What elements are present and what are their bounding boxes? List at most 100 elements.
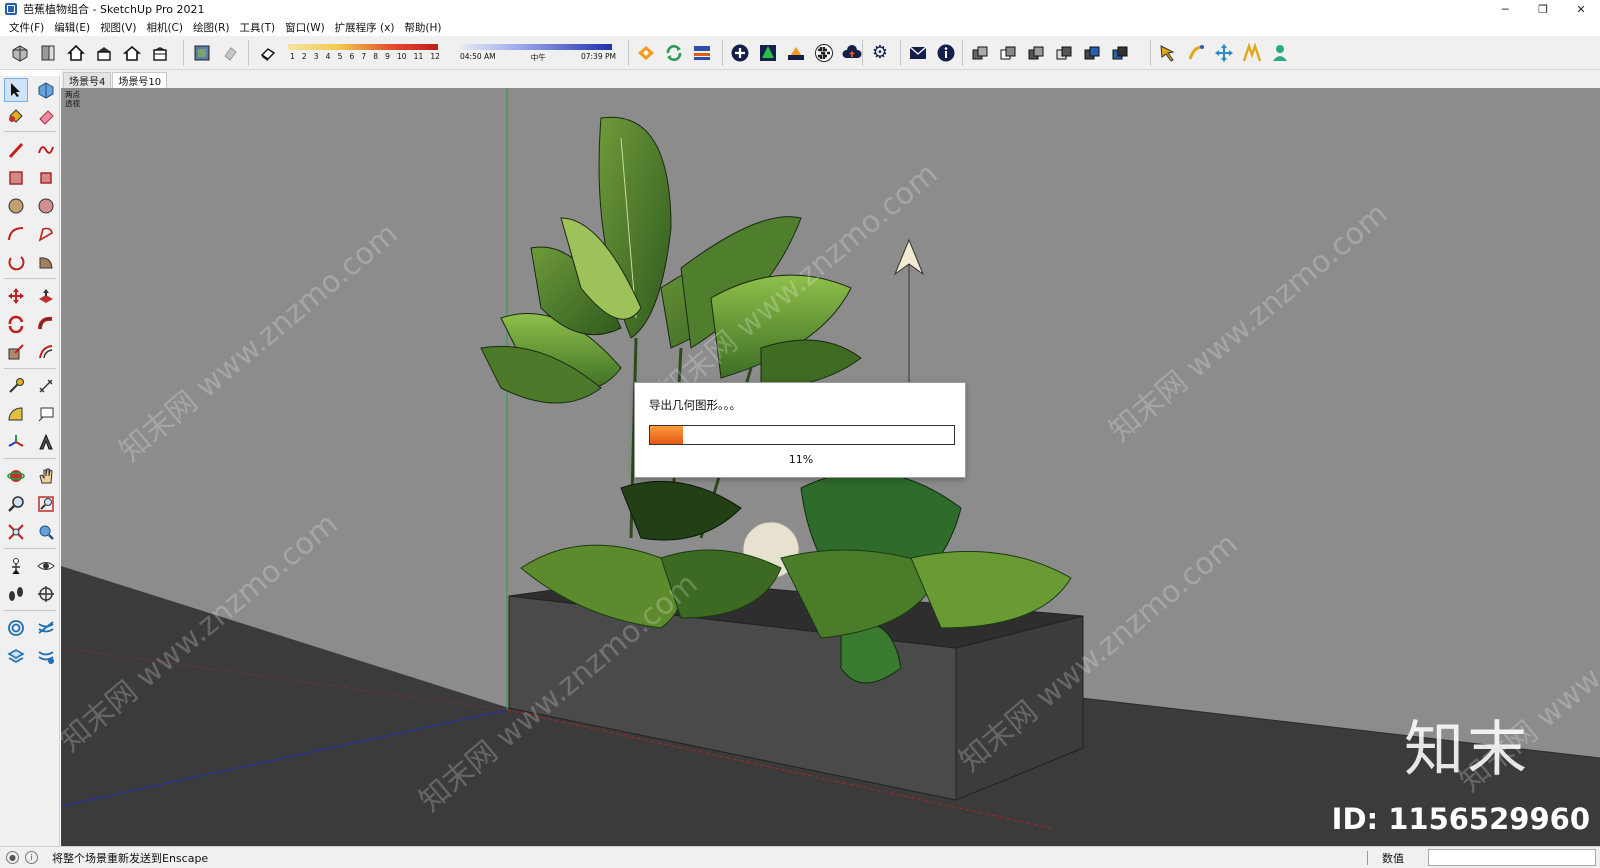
- protractor-icon[interactable]: [4, 402, 28, 426]
- measurements-input[interactable]: [1428, 849, 1596, 866]
- scale-icon[interactable]: [1241, 42, 1263, 64]
- orbit-icon[interactable]: [4, 464, 28, 488]
- position-camera-icon[interactable]: [4, 554, 28, 578]
- zoom-window-icon[interactable]: [34, 492, 58, 516]
- geo-location-icon[interactable]: ●: [6, 851, 19, 864]
- polygon-icon[interactable]: [34, 194, 58, 218]
- menu-help[interactable]: 帮助(H): [399, 20, 446, 35]
- minimize-icon[interactable]: ─: [1486, 0, 1524, 18]
- views-front-icon[interactable]: [65, 42, 87, 64]
- walk-icon[interactable]: [1185, 42, 1207, 64]
- paint-bucket-icon[interactable]: [4, 104, 28, 128]
- tape-measure-icon[interactable]: [4, 374, 28, 398]
- component-icon[interactable]: [34, 78, 58, 102]
- walk-icon[interactable]: [4, 582, 28, 606]
- add-icon[interactable]: [729, 42, 751, 64]
- enscape-start-icon[interactable]: [635, 42, 657, 64]
- shadow-icon[interactable]: [219, 42, 241, 64]
- section-plane-icon[interactable]: [34, 582, 58, 606]
- freehand-icon[interactable]: [34, 138, 58, 162]
- offset-icon[interactable]: [34, 340, 58, 364]
- rotate-icon[interactable]: [4, 312, 28, 336]
- info-icon[interactable]: [935, 42, 957, 64]
- views-left-icon[interactable]: [149, 42, 171, 64]
- sandbox-4-icon[interactable]: [34, 644, 58, 668]
- enscape-views-icon[interactable]: [691, 42, 713, 64]
- previous-view-icon[interactable]: [34, 520, 58, 544]
- feedback-icon[interactable]: [907, 42, 929, 64]
- rotated-rectangle-icon[interactable]: [34, 166, 58, 190]
- dimension-icon[interactable]: [34, 374, 58, 398]
- main-toolbar: 1 2 3 4 5 6 7 8 9 10 11 12 04:50 AM 中午 0…: [0, 36, 1600, 70]
- select-icon[interactable]: [4, 78, 28, 102]
- settings-icon[interactable]: ⚙: [869, 42, 891, 64]
- progress-percent: 11%: [788, 453, 814, 466]
- person-icon[interactable]: [1269, 42, 1291, 64]
- shadow-time-slider[interactable]: 04:50 AM 中午 07:39 PM: [460, 40, 618, 66]
- 3d-text-icon[interactable]: [34, 430, 58, 454]
- menu-camera[interactable]: 相机(C): [141, 20, 188, 35]
- time-noon: 中午: [530, 53, 546, 62]
- camera-type: 两点: [65, 90, 80, 99]
- shadow-toolbar: [254, 39, 282, 67]
- rectangle-icon[interactable]: [4, 166, 28, 190]
- info-icon[interactable]: i: [25, 851, 38, 864]
- month-tick: 6: [349, 52, 355, 61]
- shadow-date-slider[interactable]: 1 2 3 4 5 6 7 8 9 10 11 12: [288, 40, 444, 66]
- cloud-upload-icon[interactable]: [841, 42, 863, 64]
- push-pull-icon[interactable]: [34, 284, 58, 308]
- views-back-icon[interactable]: [121, 42, 143, 64]
- sandbox-3-icon[interactable]: [4, 644, 28, 668]
- zoom-icon[interactable]: [4, 492, 28, 516]
- sandbox-2-icon[interactable]: [34, 616, 58, 640]
- follow-me-icon[interactable]: [34, 312, 58, 336]
- eraser-icon[interactable]: [34, 104, 58, 128]
- layers-2-icon[interactable]: [1025, 42, 1047, 64]
- menu-window[interactable]: 窗口(W): [280, 20, 330, 35]
- three-point-arc-icon[interactable]: [4, 250, 28, 274]
- layers-toolbar: [966, 39, 1134, 67]
- close-icon[interactable]: ✕: [1562, 0, 1600, 18]
- arc-icon[interactable]: [4, 222, 28, 246]
- material-icon[interactable]: [785, 42, 807, 64]
- layers-5-icon[interactable]: [1109, 42, 1131, 64]
- menu-file[interactable]: 文件(F): [4, 20, 49, 35]
- enscape-sync-icon[interactable]: [663, 42, 685, 64]
- move-icon[interactable]: [4, 284, 28, 308]
- menu-extensions[interactable]: 扩展程序 (x): [330, 20, 400, 35]
- text-icon[interactable]: [34, 402, 58, 426]
- menu-draw[interactable]: 绘图(R): [188, 20, 235, 35]
- pointer-icon[interactable]: [1157, 42, 1179, 64]
- line-icon[interactable]: [4, 138, 28, 162]
- menu-edit[interactable]: 编辑(E): [49, 20, 95, 35]
- layers-1-icon[interactable]: [997, 42, 1019, 64]
- export-progress-dialog: 导出几何图形。。。 11%: [634, 382, 966, 478]
- tree-icon[interactable]: [757, 42, 779, 64]
- pie-icon[interactable]: [34, 250, 58, 274]
- views-iso-icon[interactable]: [9, 42, 31, 64]
- two-point-arc-icon[interactable]: [34, 222, 58, 246]
- views-top-icon[interactable]: [37, 42, 59, 64]
- menu-tools[interactable]: 工具(T): [234, 20, 280, 35]
- time-labels: 04:50 AM 中午 07:39 PM: [460, 52, 616, 63]
- texture-icon[interactable]: [191, 42, 213, 64]
- axes-icon[interactable]: [4, 430, 28, 454]
- layers-4-icon[interactable]: [1081, 42, 1103, 64]
- checker-icon[interactable]: [813, 42, 835, 64]
- progress-fill: [650, 426, 684, 444]
- pan-icon[interactable]: [34, 464, 58, 488]
- zoom-extents-icon[interactable]: [4, 520, 28, 544]
- views-right-icon[interactable]: [93, 42, 115, 64]
- sandbox-1-icon[interactable]: [4, 616, 28, 640]
- look-around-icon[interactable]: [34, 554, 58, 578]
- component-icon[interactable]: [969, 42, 991, 64]
- menu-view[interactable]: 视图(V): [95, 20, 141, 35]
- circle-icon[interactable]: [4, 194, 28, 218]
- layers-3-icon[interactable]: [1053, 42, 1075, 64]
- move-icon[interactable]: [1213, 42, 1235, 64]
- scale-icon[interactable]: [4, 340, 28, 364]
- restore-icon[interactable]: ❐: [1524, 0, 1562, 18]
- eraser-style-icon[interactable]: [257, 42, 279, 64]
- tab-scene-4[interactable]: 场景号4: [63, 72, 112, 88]
- tab-scene-10[interactable]: 场景号10: [112, 72, 168, 88]
